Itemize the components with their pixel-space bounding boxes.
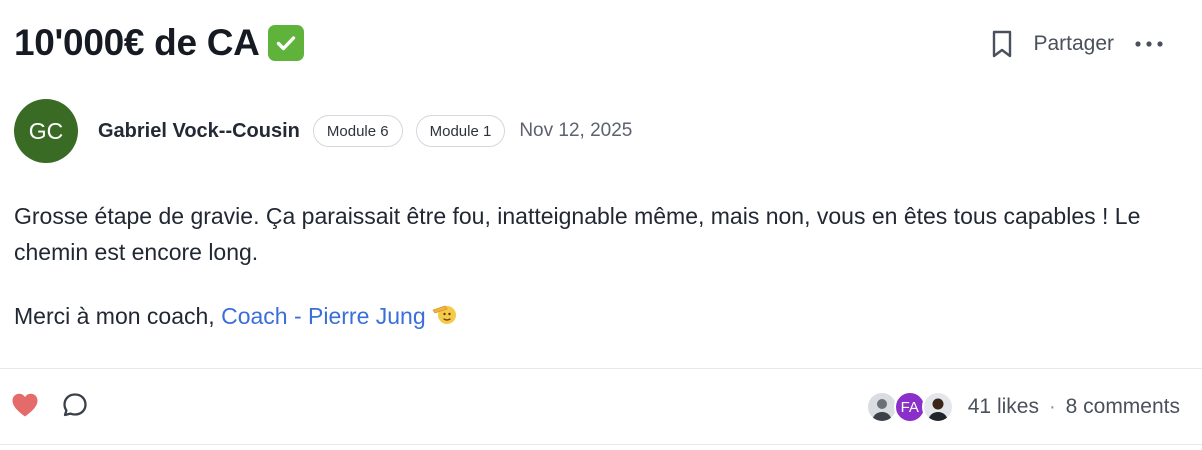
more-options-icon[interactable] (1132, 28, 1166, 60)
post-paragraph: Merci à mon coach, Coach - Pierre Jung (14, 298, 1164, 337)
likes-count[interactable]: 41 likes (968, 395, 1039, 419)
avatar (921, 391, 954, 423)
bottom-border (0, 444, 1202, 445)
saluting-face-icon (432, 301, 458, 337)
separator-dot: · (1048, 395, 1056, 418)
post-date: Nov 12, 2025 (519, 120, 633, 141)
comments-count[interactable]: 8 comments (1066, 395, 1180, 419)
comment-icon[interactable] (60, 390, 90, 420)
post-title: 10'000€ de CA (14, 22, 304, 64)
coach-mention-link[interactable]: Coach - Pierre Jung (221, 303, 426, 329)
footer-divider (0, 368, 1202, 369)
post-title-text: 10'000€ de CA (14, 22, 260, 63)
heart-icon[interactable] (10, 390, 40, 420)
author-name[interactable]: Gabriel Vock--Cousin (98, 120, 300, 143)
avatar[interactable]: GC (14, 99, 78, 163)
share-button[interactable]: Partager (1033, 32, 1114, 56)
thanks-text: Merci à mon coach, (14, 303, 215, 329)
engagement-summary: FA 41 likes · 8 comments (865, 390, 1180, 424)
check-mark-button-icon (267, 25, 304, 61)
liker-avatars[interactable]: FA (865, 391, 954, 423)
author-row: GC Gabriel Vock--Cousin Module 6 Module … (14, 99, 632, 163)
tag-module-1[interactable]: Module 1 (415, 115, 506, 147)
tag-module-6[interactable]: Module 6 (312, 115, 403, 147)
avatar: FA (893, 391, 926, 423)
post-body: Grosse étape de gravie. Ça paraissait êt… (14, 198, 1164, 337)
post-actions: Partager (989, 28, 1166, 60)
bookmark-icon[interactable] (989, 28, 1015, 60)
reaction-buttons (10, 390, 90, 420)
post-paragraph: Grosse étape de gravie. Ça paraissait êt… (14, 203, 1141, 265)
avatar (865, 391, 898, 423)
